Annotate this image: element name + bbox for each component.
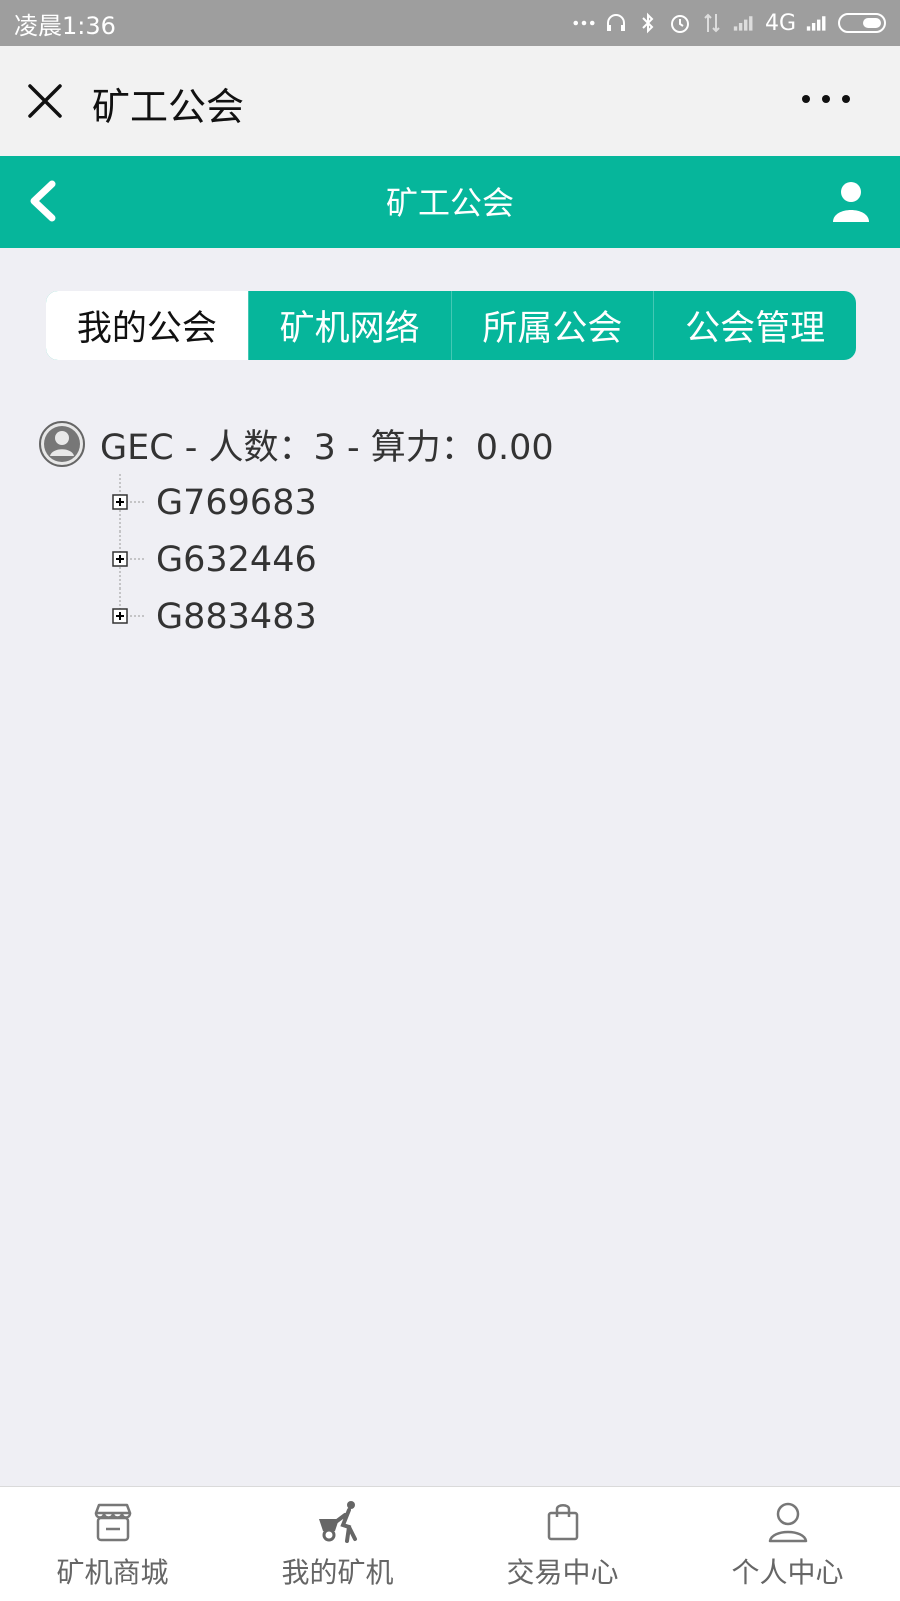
shop-icon: [90, 1499, 136, 1545]
status-time: 凌晨1:36: [14, 11, 116, 40]
nav-label: 个人中心: [731, 1556, 844, 1589]
dots-icon: [573, 12, 595, 34]
network-label: 4G: [764, 10, 796, 36]
tree-node[interactable]: G632446: [110, 531, 317, 588]
battery-icon: [838, 13, 886, 33]
nav-my-miners[interactable]: 我的矿机: [225, 1487, 450, 1601]
nav-personal-center[interactable]: 个人中心: [675, 1487, 900, 1601]
tab-guild-management[interactable]: 公会管理: [653, 291, 856, 360]
tree-root-label: GEC - 人数：3 - 算力：0.00: [100, 427, 554, 468]
tab-bar: 我的公会 矿机网络 所属公会 公会管理: [46, 291, 856, 360]
expand-plus-icon[interactable]: [110, 474, 150, 531]
status-bar: 凌晨1:36 4G: [0, 0, 900, 46]
tree-root[interactable]: GEC - 人数：3 - 算力：0.00: [38, 416, 554, 472]
miner-cart-icon: [315, 1499, 361, 1545]
status-icons: 4G: [573, 11, 886, 36]
person-icon: [765, 1499, 811, 1545]
signal-icon: [733, 12, 755, 34]
tab-miner-network[interactable]: 矿机网络: [247, 291, 451, 360]
close-icon[interactable]: [20, 76, 70, 126]
tree-children: G769683 G632446 G883483: [110, 474, 317, 645]
bag-icon: [540, 1499, 586, 1545]
bluetooth-icon: [637, 12, 659, 34]
app-header: 矿工公会: [0, 156, 900, 248]
tree-node-label: G883483: [156, 596, 317, 637]
tree-node[interactable]: G883483: [110, 588, 317, 645]
tab-my-guild[interactable]: 我的公会: [46, 291, 248, 360]
nav-trading-center[interactable]: 交易中心: [450, 1487, 675, 1601]
user-icon[interactable]: [826, 176, 876, 226]
tab-affiliated-guild[interactable]: 所属公会: [450, 291, 654, 360]
user-circle-icon: [38, 420, 86, 468]
wechat-title-bar: 矿工公会: [0, 46, 900, 156]
page-title: 矿工公会: [385, 184, 514, 222]
expand-plus-icon[interactable]: [110, 531, 150, 588]
bottom-nav: 矿机商城 我的矿机 交易中心 个人中心: [0, 1486, 900, 1601]
tree-node-label: G632446: [156, 539, 317, 580]
data-arrows-icon: [701, 12, 723, 34]
more-icon[interactable]: [796, 84, 856, 114]
nav-miner-mall[interactable]: 矿机商城: [0, 1487, 225, 1601]
tree-node[interactable]: G769683: [110, 474, 317, 531]
expand-plus-icon[interactable]: [110, 588, 150, 645]
headphone-icon: [605, 12, 627, 34]
alarm-icon: [669, 12, 691, 34]
nav-label: 交易中心: [506, 1556, 619, 1589]
nav-label: 我的矿机: [281, 1556, 394, 1589]
nav-label: 矿机商城: [56, 1556, 169, 1589]
wechat-title: 矿工公会: [92, 85, 245, 129]
tree-node-label: G769683: [156, 482, 317, 523]
chevron-left-icon[interactable]: [20, 176, 70, 226]
signal-icon: [806, 12, 828, 34]
